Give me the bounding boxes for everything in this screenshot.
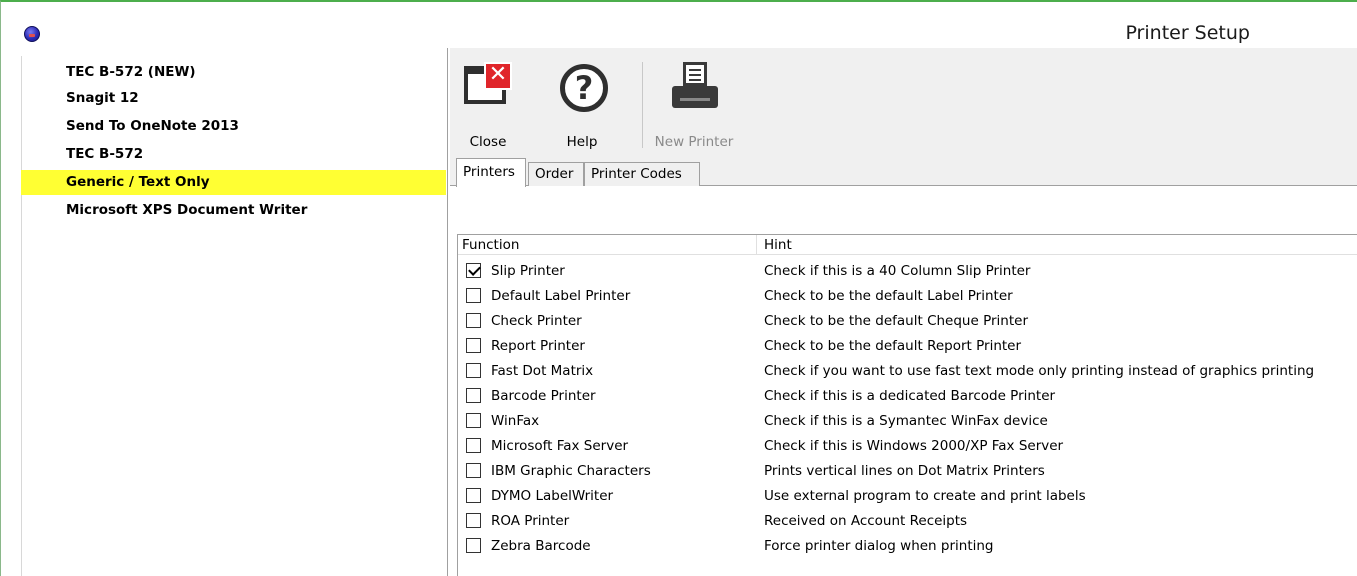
table-row: DYMO LabelWriter Use external program to… (458, 484, 1357, 509)
table-row: Fast Dot Matrix Check if you want to use… (458, 359, 1357, 384)
printer-list-item[interactable]: TEC B-572 (NEW) (21, 60, 446, 85)
function-label: Check Printer (491, 313, 582, 329)
winfax-checkbox[interactable] (466, 413, 481, 428)
printer-list-item[interactable]: Microsoft XPS Document Writer (21, 198, 446, 223)
printer-list-item-selected[interactable]: Generic / Text Only (21, 170, 446, 195)
tab-printer-codes[interactable]: Printer Codes (584, 162, 700, 186)
tab-content-blank-area (450, 186, 1357, 234)
printer-list-item[interactable]: TEC B-572 (21, 142, 446, 167)
tab-printers[interactable]: Printers (456, 158, 526, 187)
tab-order[interactable]: Order (528, 162, 584, 186)
ibm-graphic-characters-checkbox[interactable] (466, 463, 481, 478)
column-header-hint[interactable]: Hint (764, 237, 792, 253)
printer-list-item[interactable]: Send To OneNote 2013 (21, 114, 446, 139)
app-logo-icon[interactable] (24, 26, 40, 42)
function-label: Report Printer (491, 338, 585, 354)
table-row: Slip Printer Check if this is a 40 Colum… (458, 259, 1357, 284)
tab-content: Function Hint Slip Printer Check if this… (450, 186, 1357, 576)
hint-label: Check if this is a 40 Column Slip Printe… (764, 263, 1031, 279)
function-label: Microsoft Fax Server (491, 438, 629, 454)
new-printer-button-label: New Printer (654, 134, 734, 150)
check-printer-checkbox[interactable] (466, 313, 481, 328)
fast-dot-matrix-checkbox[interactable] (466, 363, 481, 378)
toolbar: ✕ Close ? Help New Printer (450, 48, 1357, 158)
help-button[interactable]: ? Help (550, 58, 614, 158)
new-printer-button[interactable]: New Printer (648, 58, 740, 158)
printer-setup-window: Printer Setup TEC B-572 (NEW) Snagit 12 … (0, 0, 1357, 576)
table-row: IBM Graphic Characters Prints vertical l… (458, 459, 1357, 484)
hint-label: Check if this is Windows 2000/XP Fax Ser… (764, 438, 1064, 454)
hint-label: Received on Account Receipts (764, 513, 968, 529)
hint-label: Check to be the default Label Printer (764, 288, 1013, 304)
help-icon: ? (554, 58, 610, 114)
hint-label: Check if you want to use fast text mode … (764, 363, 1315, 379)
barcode-printer-checkbox[interactable] (466, 388, 481, 403)
window-title: Printer Setup (1125, 22, 1250, 44)
zebra-barcode-checkbox[interactable] (466, 538, 481, 553)
table-row: Report Printer Check to be the default R… (458, 334, 1357, 359)
tab-strip: Printers Order Printer Codes (450, 158, 1357, 187)
hint-label: Prints vertical lines on Dot Matrix Prin… (764, 463, 1045, 479)
printer-list-item[interactable]: Snagit 12 (21, 86, 446, 111)
table-row: Barcode Printer Check if this is a dedic… (458, 384, 1357, 409)
close-button[interactable]: ✕ Close (458, 58, 518, 158)
hint-label: Check if this is a dedicated Barcode Pri… (764, 388, 1056, 404)
table-row: ROA Printer Received on Account Receipts (458, 509, 1357, 534)
table-row: Default Label Printer Check to be the de… (458, 284, 1357, 309)
function-label: Zebra Barcode (491, 538, 591, 554)
hint-label: Check if this is a Symantec WinFax devic… (764, 413, 1048, 429)
function-label: Barcode Printer (491, 388, 596, 404)
function-label: WinFax (491, 413, 540, 429)
close-window-icon: ✕ (460, 58, 516, 114)
printer-icon (666, 58, 722, 114)
table-row: Check Printer Check to be the default Ch… (458, 309, 1357, 334)
microsoft-fax-server-checkbox[interactable] (466, 438, 481, 453)
function-label: ROA Printer (491, 513, 570, 529)
help-button-label: Help (566, 134, 598, 150)
function-label: Slip Printer (491, 263, 565, 279)
toolbar-separator (642, 62, 643, 148)
function-label: DYMO LabelWriter (491, 488, 614, 504)
dymo-labelwriter-checkbox[interactable] (466, 488, 481, 503)
table-row: Zebra Barcode Force printer dialog when … (458, 534, 1357, 559)
hint-label: Check to be the default Report Printer (764, 338, 1022, 354)
slip-printer-checkbox[interactable] (466, 263, 481, 278)
close-button-label: Close (469, 134, 507, 150)
function-grid[interactable]: Function Hint Slip Printer Check if this… (457, 234, 1357, 576)
printer-settings-panel: ✕ Close ? Help New Printer Printers Orde… (450, 48, 1357, 576)
hint-label: Use external program to create and print… (764, 488, 1086, 504)
grid-header: Function Hint (458, 235, 1357, 255)
function-label: Fast Dot Matrix (491, 363, 594, 379)
table-row: WinFax Check if this is a Symantec WinFa… (458, 409, 1357, 434)
printer-list[interactable]: TEC B-572 (NEW) Snagit 12 Send To OneNot… (1, 48, 448, 576)
hint-label: Force printer dialog when printing (764, 538, 994, 554)
report-printer-checkbox[interactable] (466, 338, 481, 353)
column-header-function[interactable]: Function (462, 237, 519, 253)
roa-printer-checkbox[interactable] (466, 513, 481, 528)
function-label: Default Label Printer (491, 288, 631, 304)
hint-label: Check to be the default Cheque Printer (764, 313, 1028, 329)
table-row: Microsoft Fax Server Check if this is Wi… (458, 434, 1357, 459)
default-label-printer-checkbox[interactable] (466, 288, 481, 303)
column-separator[interactable] (756, 235, 757, 255)
title-bar[interactable]: Printer Setup (1, 4, 1357, 48)
function-label: IBM Graphic Characters (491, 463, 651, 479)
